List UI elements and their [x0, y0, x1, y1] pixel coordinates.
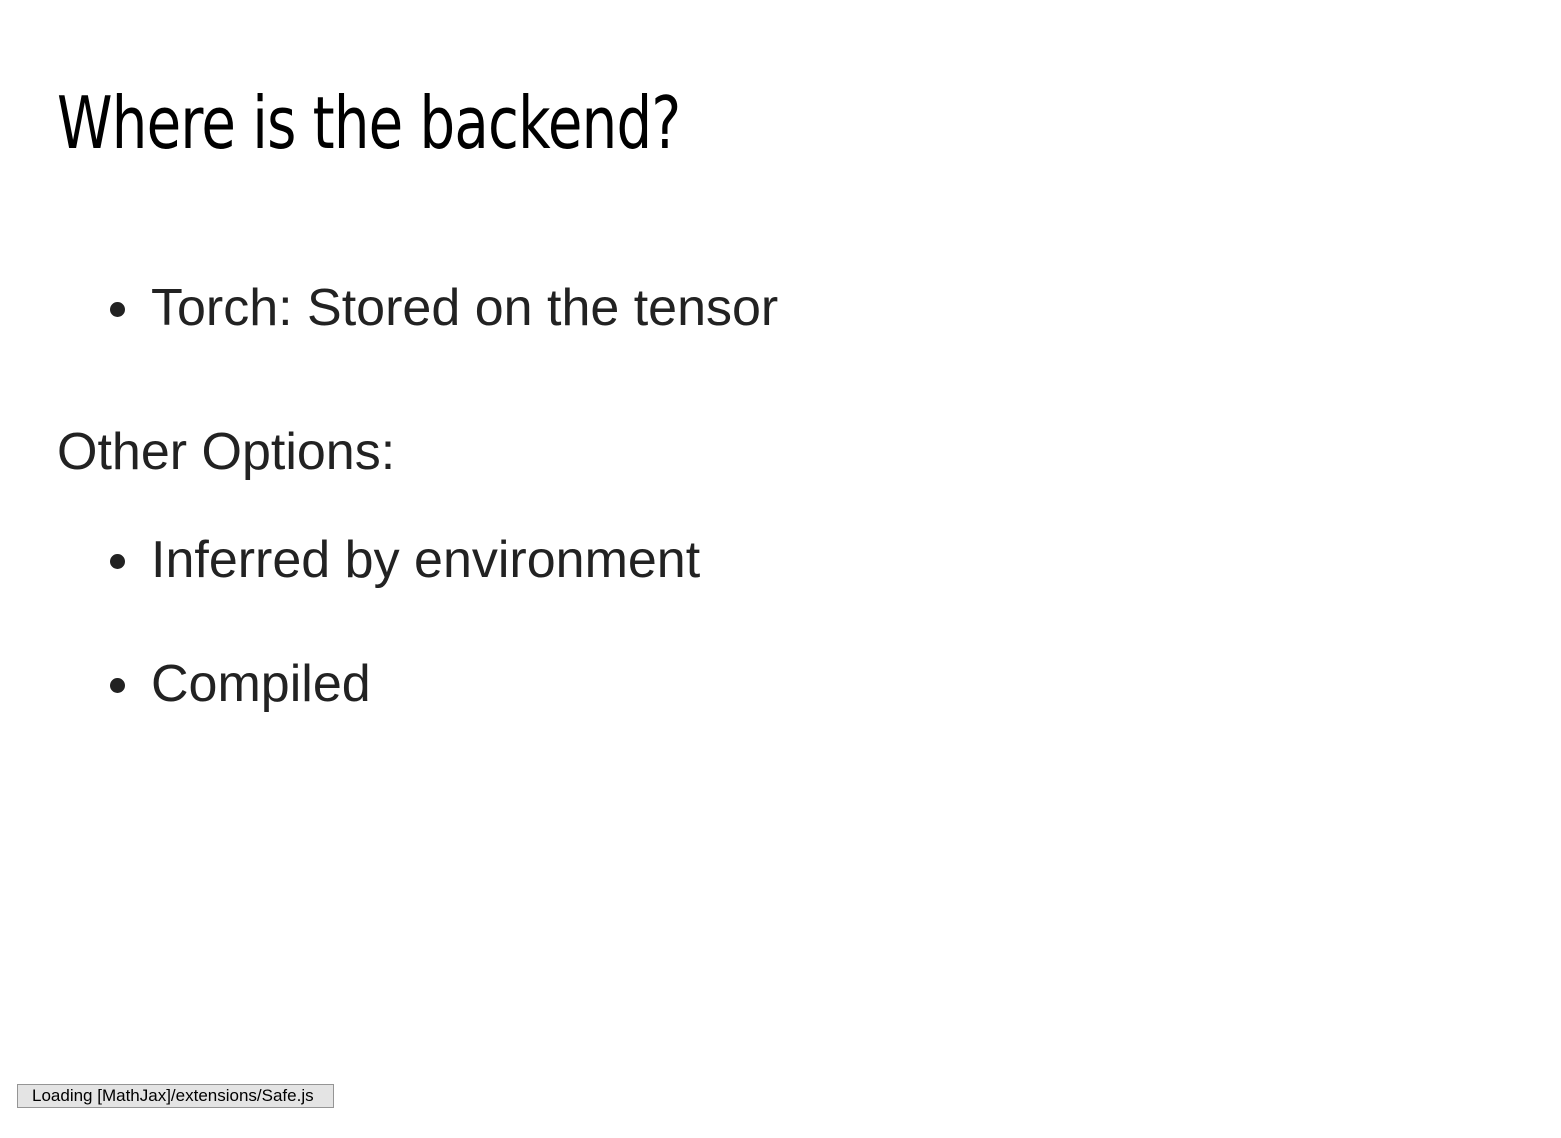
bullet-list-other-options: Inferred by environment Compiled [0, 530, 700, 714]
bullet-dot-icon [110, 554, 125, 569]
bullet-item: Inferred by environment [0, 530, 700, 590]
mathjax-loading-status: Loading [MathJax]/extensions/Safe.js [17, 1084, 334, 1108]
bullet-label: Inferred by environment [151, 531, 701, 589]
bullet-item: Torch: Stored on the tensor [0, 278, 778, 338]
slide-title: Where is the backend? [57, 81, 681, 165]
bullet-item: Compiled [0, 654, 700, 714]
slide: Where is the backend? Torch: Stored on t… [0, 0, 1561, 1138]
bullet-label: Torch: Stored on the tensor [151, 279, 779, 337]
bullet-list-backend: Torch: Stored on the tensor [0, 278, 778, 338]
section-heading: Other Options: [57, 423, 396, 481]
bullet-dot-icon [110, 678, 125, 693]
bullet-label: Compiled [151, 655, 371, 713]
bullet-dot-icon [110, 302, 125, 317]
